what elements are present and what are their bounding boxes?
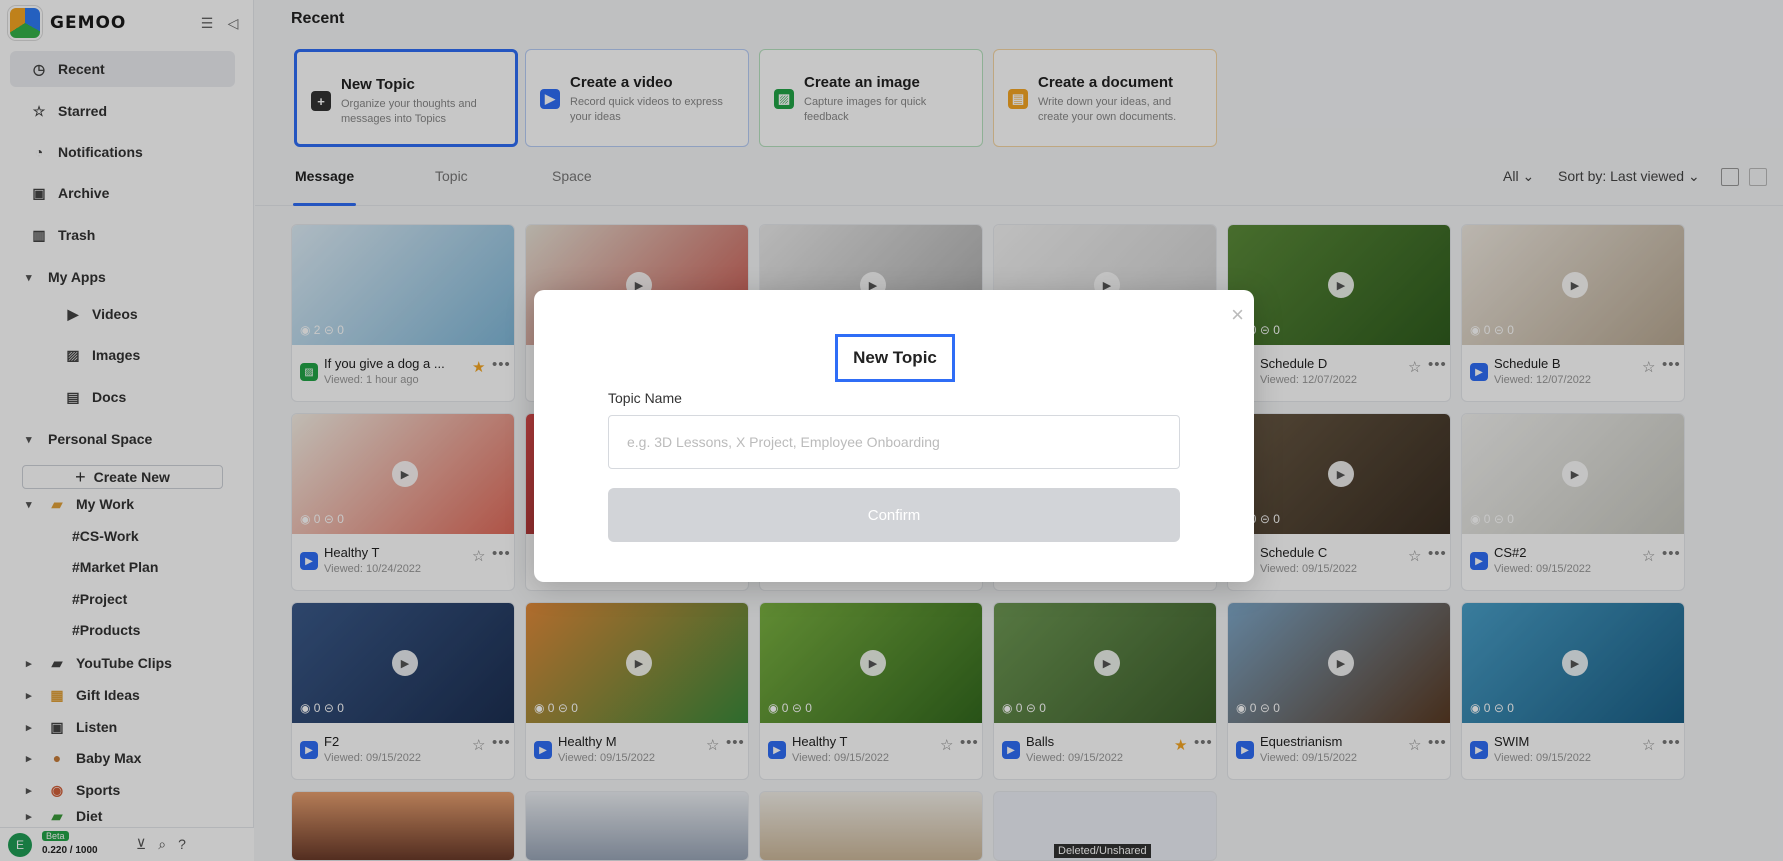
- topic-name-label: Topic Name: [608, 390, 682, 406]
- dialog-title: New Topic: [835, 334, 955, 382]
- close-icon[interactable]: ×: [1231, 302, 1244, 328]
- confirm-button[interactable]: Confirm: [608, 488, 1180, 542]
- topic-name-input[interactable]: [608, 415, 1180, 469]
- new-topic-dialog: × New Topic Topic Name Confirm: [534, 290, 1254, 582]
